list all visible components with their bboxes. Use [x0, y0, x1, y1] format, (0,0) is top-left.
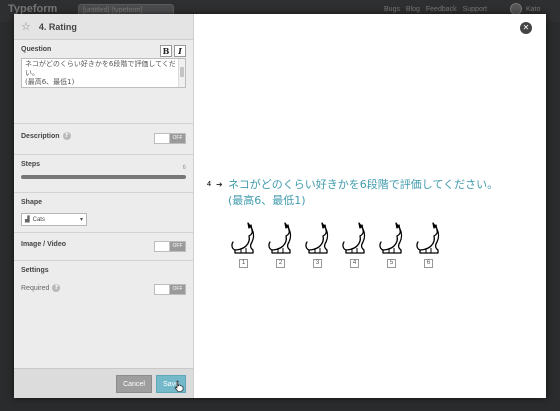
italic-button[interactable]: I	[174, 45, 186, 57]
rating-cats: 1 2 3 4 5 6	[225, 220, 447, 268]
cancel-button[interactable]: Cancel	[116, 375, 152, 393]
settings-label: Settings	[21, 267, 49, 274]
cat-icon: ▟	[25, 217, 30, 223]
rating-option[interactable]: 3	[299, 220, 336, 268]
help-icon[interactable]: ?	[62, 132, 71, 140]
question-textarea[interactable]: ネコがどのくらい好きかを6段階で評価してくださ い。 (最高6、最低1)	[21, 58, 186, 88]
cat-icon	[304, 222, 328, 254]
description-label: Description	[21, 132, 60, 140]
cat-icon	[341, 222, 365, 254]
top-link-support[interactable]: Support	[463, 6, 488, 13]
preview-question-line-2: (最高6、最低1)	[228, 194, 306, 207]
image-video-toggle[interactable]: OFF	[154, 241, 186, 252]
required-label: Required	[21, 284, 50, 292]
hand-cursor-icon	[174, 380, 184, 392]
rating-option-label: 6	[424, 259, 433, 268]
rating-option[interactable]: 5	[373, 220, 410, 268]
description-toggle[interactable]: OFF	[154, 133, 186, 144]
preview-question-line-1: ネコがどのくらい好きかを6段階で評価してください。	[228, 178, 499, 191]
top-link-feedback[interactable]: Feedback	[426, 6, 457, 13]
preview-question-text: ネコがどのくらい好きかを6段階で評価してください。 (最高6、最低1)	[228, 177, 498, 209]
rating-option[interactable]: 2	[262, 220, 299, 268]
question-line-2: い。	[25, 69, 39, 77]
cat-icon	[267, 222, 291, 254]
rating-option[interactable]: 4	[336, 220, 373, 268]
steps-section: Steps 6	[14, 155, 193, 193]
close-icon[interactable]: ✕	[520, 22, 532, 34]
shape-label: Shape	[21, 199, 43, 206]
help-icon[interactable]: ?	[52, 284, 61, 292]
rating-option-label: 3	[313, 259, 322, 268]
format-buttons: B I	[160, 45, 186, 57]
steps-label: Steps	[21, 161, 41, 168]
rating-option-label: 1	[239, 259, 248, 268]
cat-icon	[415, 222, 439, 254]
rating-option-label: 2	[276, 259, 285, 268]
panel-header: ☆ 4. Rating	[14, 14, 193, 40]
cat-icon	[230, 222, 254, 254]
shape-section: Shape ▟ Cats ▾	[14, 193, 193, 233]
question-section: Question B I ネコがどのくらい好きかを6段階で評価してくださ い。 …	[14, 40, 193, 124]
question-preview: ✕ 4 ➜ ネコがどのくらい好きかを6段階で評価してください。 (最高6、最低1…	[195, 14, 546, 398]
image-video-toggle-text: OFF	[170, 242, 185, 251]
question-scrollbar[interactable]	[178, 59, 185, 87]
rating-option[interactable]: 6	[410, 220, 447, 268]
steps-slider[interactable]	[21, 175, 186, 179]
top-link-blog[interactable]: Blog	[406, 6, 420, 13]
bold-button[interactable]: B	[160, 45, 172, 57]
question-line-3: (最高6、最低1)	[25, 78, 75, 86]
user-name: Kato	[526, 5, 541, 13]
shape-select-value: Cats	[32, 216, 45, 223]
cat-icon	[378, 222, 402, 254]
settings-section: Settings Required ? OFF	[14, 261, 193, 301]
rating-option[interactable]: 1	[225, 220, 262, 268]
steps-value: 6	[182, 165, 186, 171]
question-editor-modal: ☆ 4. Rating Question B I ネコがどのくらい好きかを6段階…	[14, 14, 546, 398]
required-toggle-text: OFF	[170, 285, 185, 294]
panel-footer: Cancel Save	[14, 368, 193, 398]
image-video-section: Image / Video OFF	[14, 233, 193, 261]
settings-panel: ☆ 4. Rating Question B I ネコがどのくらい好きかを6段階…	[14, 14, 194, 398]
chevron-down-icon: ▾	[79, 217, 83, 223]
arrow-right-icon: ➜	[216, 180, 223, 189]
shape-select[interactable]: ▟ Cats ▾	[21, 213, 87, 226]
rating-option-label: 4	[350, 259, 359, 268]
preview-question-number: 4	[207, 181, 211, 188]
top-links: Bugs Blog Feedback Support	[384, 6, 491, 13]
top-link-bugs[interactable]: Bugs	[384, 6, 400, 13]
description-section: Description ? OFF	[14, 124, 193, 155]
description-toggle-text: OFF	[170, 134, 185, 143]
question-line-1: ネコがどのくらい好きかを6段階で評価してくださ	[25, 60, 175, 68]
star-icon: ☆	[21, 20, 31, 33]
required-toggle[interactable]: OFF	[154, 284, 186, 295]
panel-title: 4. Rating	[38, 21, 77, 32]
rating-option-label: 5	[387, 259, 396, 268]
